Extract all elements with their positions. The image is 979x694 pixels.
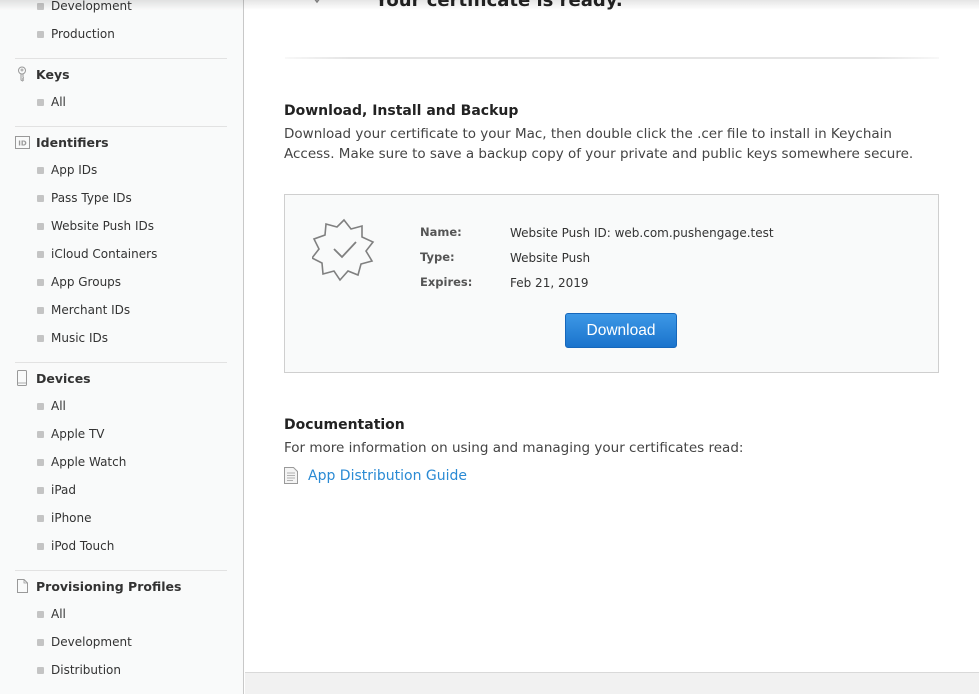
- sidebar-item-app-groups[interactable]: App Groups: [37, 272, 121, 292]
- bullet-icon: [37, 2, 44, 10]
- cert-name-label: Name:: [420, 225, 462, 239]
- sidebar-item-certificates-development[interactable]: Development: [37, 0, 132, 16]
- sidebar-item-merchant-ids[interactable]: Merchant IDs: [37, 300, 130, 320]
- sidebar-item-profiles-all[interactable]: All: [37, 604, 66, 624]
- document-icon: [284, 467, 300, 485]
- bullet-icon: [37, 278, 44, 286]
- bullet-icon: [37, 306, 44, 314]
- sidebar-item-music-ids[interactable]: Music IDs: [37, 328, 108, 348]
- sidebar-item-icloud-containers[interactable]: iCloud Containers: [37, 244, 157, 264]
- bullet-icon: [37, 542, 44, 550]
- bullet-icon: [37, 458, 44, 466]
- app-distribution-guide-link[interactable]: App Distribution Guide: [284, 467, 467, 485]
- bullet-icon: [37, 638, 44, 646]
- link-label: App Distribution Guide: [308, 468, 468, 484]
- cert-name-value: Website Push ID: web.com.pushengage.test: [510, 226, 774, 240]
- document-icon: [14, 578, 30, 594]
- bullet-icon: [37, 430, 44, 438]
- cert-expires-value: Feb 21, 2019: [510, 276, 589, 290]
- sidebar-item-apple-watch[interactable]: Apple Watch: [37, 452, 126, 472]
- sidebar-section-keys: Keys: [14, 63, 70, 85]
- page-title: Your certificate is ready.: [375, 0, 623, 11]
- certificate-badge-icon: [287, 0, 347, 26]
- bullet-icon: [37, 402, 44, 410]
- sidebar: Development Production Keys All ID Ident…: [0, 0, 244, 694]
- sidebar-section-devices: Devices: [14, 367, 91, 389]
- sidebar-item-profiles-development[interactable]: Development: [37, 632, 132, 652]
- key-icon: [14, 66, 30, 82]
- bullet-icon: [37, 514, 44, 522]
- bullet-icon: [37, 166, 44, 174]
- bullet-icon: [37, 610, 44, 618]
- bullet-icon: [37, 334, 44, 342]
- sidebar-item-website-push-ids[interactable]: Website Push IDs: [37, 216, 154, 236]
- sidebar-divider: [15, 362, 227, 363]
- sidebar-item-ipad[interactable]: iPad: [37, 480, 76, 500]
- documentation-text: For more information on using and managi…: [284, 440, 744, 456]
- sidebar-divider: [15, 126, 227, 127]
- cert-type-label: Type:: [420, 250, 455, 264]
- sidebar-item-ipod-touch[interactable]: iPod Touch: [37, 536, 114, 556]
- sidebar-item-iphone[interactable]: iPhone: [37, 508, 92, 528]
- sidebar-section-identifiers: ID Identifiers: [14, 131, 109, 153]
- bullet-icon: [37, 250, 44, 258]
- device-icon: [14, 370, 30, 386]
- sidebar-divider: [15, 58, 227, 59]
- documentation-title: Documentation: [284, 417, 405, 433]
- footer-bar: [245, 672, 979, 694]
- bullet-icon: [37, 98, 44, 106]
- sidebar-item-profiles-distribution[interactable]: Distribution: [37, 660, 121, 680]
- certificate-check-icon: [310, 218, 376, 282]
- id-icon: ID: [14, 134, 30, 150]
- bullet-icon: [37, 486, 44, 494]
- bullet-icon: [37, 222, 44, 230]
- sidebar-section-provisioning-profiles: Provisioning Profiles: [14, 575, 181, 597]
- sidebar-item-app-ids[interactable]: App IDs: [37, 160, 97, 180]
- cert-type-value: Website Push: [510, 251, 591, 265]
- title-divider: [285, 57, 939, 59]
- svg-text:ID: ID: [18, 139, 27, 147]
- sidebar-divider: [15, 570, 227, 571]
- download-button[interactable]: Download: [565, 313, 677, 348]
- sidebar-item-devices-all[interactable]: All: [37, 396, 66, 416]
- sidebar-item-apple-tv[interactable]: Apple TV: [37, 424, 105, 444]
- bullet-icon: [37, 194, 44, 202]
- bullet-icon: [37, 30, 44, 38]
- bullet-icon: [37, 666, 44, 674]
- sidebar-item-certificates-production[interactable]: Production: [37, 24, 115, 44]
- download-section-text: Download your certificate to your Mac, t…: [284, 126, 914, 162]
- sidebar-item-keys-all[interactable]: All: [37, 92, 66, 112]
- download-section-title: Download, Install and Backup: [284, 103, 519, 119]
- sidebar-item-pass-type-ids[interactable]: Pass Type IDs: [37, 188, 132, 208]
- cert-expires-label: Expires:: [420, 275, 473, 289]
